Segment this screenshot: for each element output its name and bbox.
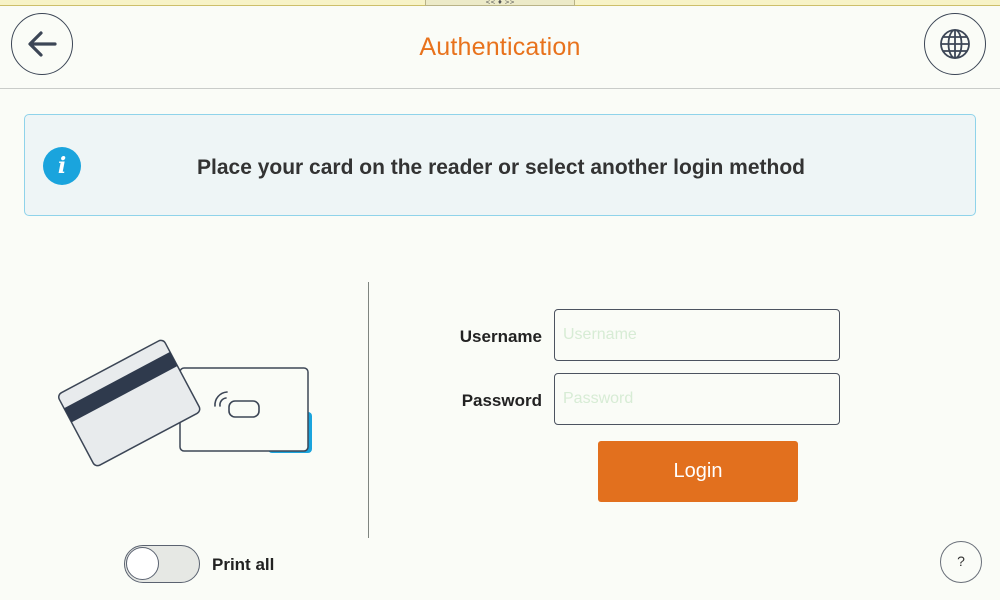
username-input[interactable] xyxy=(554,309,840,361)
language-button[interactable] xyxy=(924,13,986,75)
info-message: Place your card on the reader or select … xyxy=(197,156,805,179)
card-reader-icon xyxy=(58,339,312,467)
print-all-toggle[interactable] xyxy=(124,545,200,583)
toggle-knob xyxy=(126,547,159,580)
info-banner: i Place your card on the reader or selec… xyxy=(24,114,976,216)
back-button[interactable] xyxy=(11,13,73,75)
help-button[interactable]: ? xyxy=(940,541,982,583)
username-label: Username xyxy=(459,327,542,346)
password-input[interactable] xyxy=(554,373,840,425)
vertical-divider xyxy=(368,282,369,538)
login-button[interactable]: Login xyxy=(598,441,798,502)
password-label: Password xyxy=(461,391,542,410)
page-title: Authentication xyxy=(419,33,581,61)
globe-icon xyxy=(940,29,970,59)
header-bar: Authentication xyxy=(0,6,1000,89)
arrow-left-icon xyxy=(28,31,57,57)
print-all-label: Print all xyxy=(212,555,275,574)
